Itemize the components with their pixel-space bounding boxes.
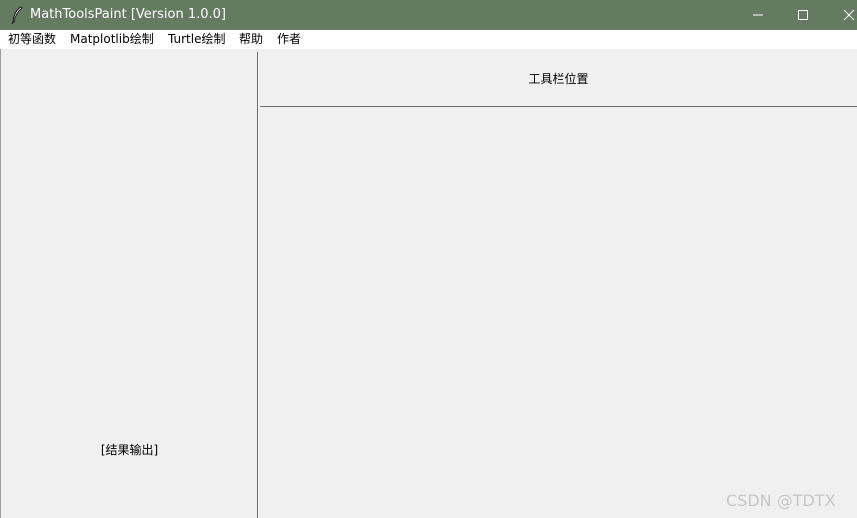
- menu-help[interactable]: 帮助: [239, 30, 263, 49]
- menu-turtle-draw[interactable]: Turtle绘制: [168, 30, 225, 49]
- menu-elementary-functions[interactable]: 初等函数: [8, 30, 56, 49]
- result-output-panel: [结果输出]: [0, 49, 257, 518]
- menu-matplotlib-draw[interactable]: Matplotlib绘制: [70, 30, 154, 49]
- maximize-button[interactable]: [779, 0, 825, 30]
- close-button[interactable]: [825, 0, 857, 30]
- title-bar[interactable]: MathToolsPaint [Version 1.0.0]: [0, 0, 857, 30]
- menu-bar: 初等函数 Matplotlib绘制 Turtle绘制 帮助 作者: [0, 30, 857, 49]
- window-title: MathToolsPaint [Version 1.0.0]: [30, 7, 227, 22]
- menu-author[interactable]: 作者: [277, 30, 301, 49]
- toolbar-placeholder-label: 工具栏位置: [528, 72, 589, 86]
- result-output-label: [结果输出]: [100, 443, 159, 457]
- maximize-icon: [798, 10, 808, 20]
- close-icon: [843, 9, 855, 21]
- drawing-canvas[interactable]: [260, 107, 857, 518]
- minimize-button[interactable]: [734, 0, 780, 30]
- pane-divider[interactable]: [257, 52, 258, 518]
- app-window: MathToolsPaint [Version 1.0.0] 初等函数 Matp…: [0, 0, 857, 518]
- minimize-icon: [753, 14, 763, 16]
- watermark: CSDN @TDTX: [726, 491, 836, 510]
- feather-icon: [10, 6, 24, 25]
